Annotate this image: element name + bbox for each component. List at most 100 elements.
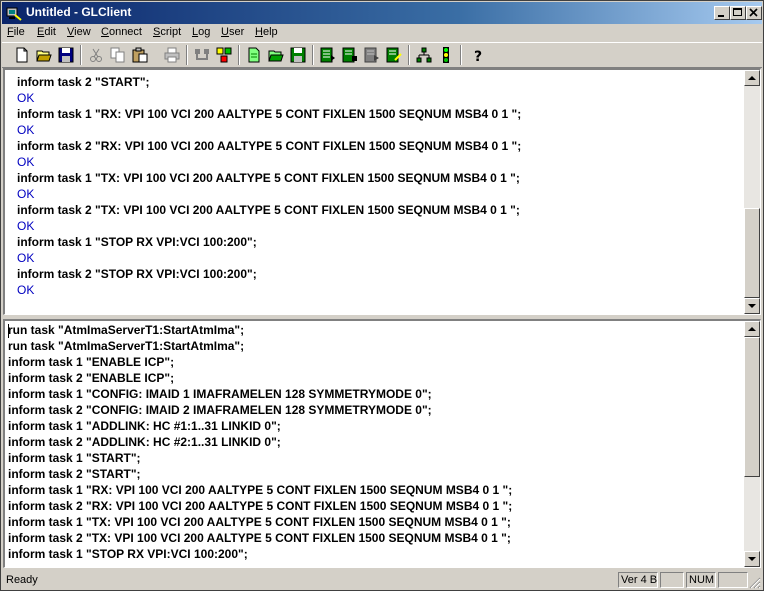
output-pane[interactable]: inform task 2 "START"; OK inform task 1 … (3, 68, 761, 315)
copy-icon (110, 47, 125, 63)
scroll-up-button[interactable] (744, 321, 760, 337)
script-pane[interactable]: run task "AtmImaServerT1:StartAtmIma"; r… (3, 319, 761, 568)
new-script-icon (248, 47, 260, 63)
script-line: inform task 2 "START"; (8, 467, 141, 481)
open-button[interactable] (34, 45, 54, 65)
output-text-area[interactable]: inform task 2 "START"; OK inform task 1 … (5, 70, 743, 314)
output-ok-line: OK (17, 219, 35, 233)
output-ok-line: OK (17, 283, 35, 297)
stop-script-button[interactable] (362, 45, 382, 65)
toolbar-separator (80, 45, 82, 65)
output-line: inform task 2 "START"; (17, 75, 150, 89)
arrow-down-icon (748, 557, 756, 561)
menu-edit[interactable]: Edit (37, 26, 56, 38)
connect-icon (195, 49, 209, 60)
script-line: inform task 1 "CONFIG: IMAID 1 IMAFRAMEL… (8, 387, 432, 401)
output-ok-line: OK (17, 123, 35, 137)
script-line: run task "AtmImaServerT1:StartAtmIma"; (8, 339, 245, 353)
new-file-button[interactable] (12, 45, 32, 65)
output-vertical-scrollbar[interactable] (744, 70, 760, 314)
scroll-thumb[interactable] (744, 337, 760, 477)
minimize-icon (718, 15, 724, 17)
copy-button[interactable] (108, 45, 128, 65)
menu-file[interactable]: File (7, 26, 25, 38)
menu-log[interactable]: Log (192, 26, 210, 38)
output-line: inform task 1 "STOP RX VPI:VCI 100:200"; (17, 235, 257, 249)
menu-bar: File Edit View Connect Script Log User H… (2, 24, 762, 42)
script-line: inform task 1 "ENABLE ICP"; (8, 355, 175, 369)
new-script-button[interactable] (244, 45, 264, 65)
close-button[interactable] (746, 6, 762, 20)
save-script-button[interactable] (288, 45, 308, 65)
print-icon (164, 47, 180, 63)
arrow-up-icon (748, 327, 756, 331)
menu-connect[interactable]: Connect (101, 26, 142, 38)
scroll-thumb[interactable] (744, 208, 760, 298)
toolbar-separator (312, 45, 314, 65)
traffic-light-button[interactable] (436, 45, 456, 65)
script-line: inform task 2 "TX: VPI 100 VCI 200 AALTY… (8, 531, 511, 545)
output-line: inform task 1 "TX: VPI 100 VCI 200 AALTY… (17, 171, 520, 185)
script-line: inform task 1 "TX: VPI 100 VCI 200 AALTY… (8, 515, 511, 529)
save-button[interactable] (56, 45, 76, 65)
help-button[interactable]: ? (468, 45, 488, 65)
script-line: inform task 1 "START"; (8, 451, 141, 465)
minimize-button[interactable] (714, 6, 730, 20)
resize-grip-icon[interactable] (749, 577, 761, 589)
cut-button[interactable] (86, 45, 106, 65)
tree-view-button[interactable] (414, 45, 434, 65)
edit-script-button[interactable] (384, 45, 404, 65)
script-line: inform task 1 "RX: VPI 100 VCI 200 AALTY… (8, 483, 513, 497)
open-folder-icon (36, 50, 52, 62)
save-icon (58, 47, 74, 63)
maximize-button[interactable] (730, 6, 746, 20)
svg-text:?: ? (474, 49, 482, 63)
script-line: inform task 1 "STOP RX VPI:VCI 100:200"; (8, 547, 248, 561)
status-bar: Ready Ver 4 B NUM (2, 570, 762, 590)
arrow-up-icon (748, 76, 756, 80)
paste-icon (132, 47, 148, 63)
paste-button[interactable] (130, 45, 150, 65)
disconnect-button[interactable] (214, 45, 234, 65)
output-ok-line: OK (17, 187, 35, 201)
app-icon (6, 7, 22, 21)
traffic-light-icon (443, 47, 449, 63)
run-script-button[interactable] (318, 45, 338, 65)
edit-script-icon (386, 47, 402, 63)
script-line: run task "AtmImaServerT1:StartAtmIma"; (8, 323, 245, 337)
status-version: Ver 4 B (618, 572, 658, 588)
print-button[interactable] (162, 45, 182, 65)
menu-help[interactable]: Help (255, 26, 278, 38)
scroll-up-button[interactable] (744, 70, 760, 86)
toolbar-separator (408, 45, 410, 65)
status-indicator (660, 572, 684, 588)
app-window: Untitled - GLClient File Edit View Conne… (0, 0, 764, 591)
maximize-icon (733, 8, 742, 16)
scroll-down-button[interactable] (744, 551, 760, 567)
step-script-button[interactable] (340, 45, 360, 65)
help-icon: ? (474, 49, 482, 63)
script-vertical-scrollbar[interactable] (744, 321, 760, 567)
toolbar-separator (460, 45, 462, 65)
status-text: Ready (6, 574, 38, 586)
save-script-icon (290, 47, 306, 63)
script-line: inform task 2 "ADDLINK: HC #2:1..31 LINK… (8, 435, 281, 449)
script-line: inform task 1 "ADDLINK: HC #1:1..31 LINK… (8, 419, 281, 433)
menu-view[interactable]: View (67, 26, 91, 38)
scroll-down-button[interactable] (744, 298, 760, 314)
arrow-down-icon (748, 304, 756, 308)
disconnect-icon (216, 47, 232, 63)
script-line: inform task 2 "ENABLE ICP"; (8, 371, 175, 385)
title-bar[interactable]: Untitled - GLClient (2, 2, 762, 24)
menu-user[interactable]: User (221, 26, 244, 38)
output-ok-line: OK (17, 155, 35, 169)
menu-script[interactable]: Script (153, 26, 181, 38)
output-line: inform task 1 "RX: VPI 100 VCI 200 AALTY… (17, 107, 522, 121)
run-script-icon (320, 47, 335, 63)
status-num: NUM (686, 572, 716, 588)
window-title: Untitled - GLClient (26, 5, 132, 19)
connect-button[interactable] (192, 45, 212, 65)
script-line: inform task 2 "RX: VPI 100 VCI 200 AALTY… (8, 499, 513, 513)
open-script-button[interactable] (266, 45, 286, 65)
script-text-area[interactable]: run task "AtmImaServerT1:StartAtmIma"; r… (5, 321, 743, 567)
